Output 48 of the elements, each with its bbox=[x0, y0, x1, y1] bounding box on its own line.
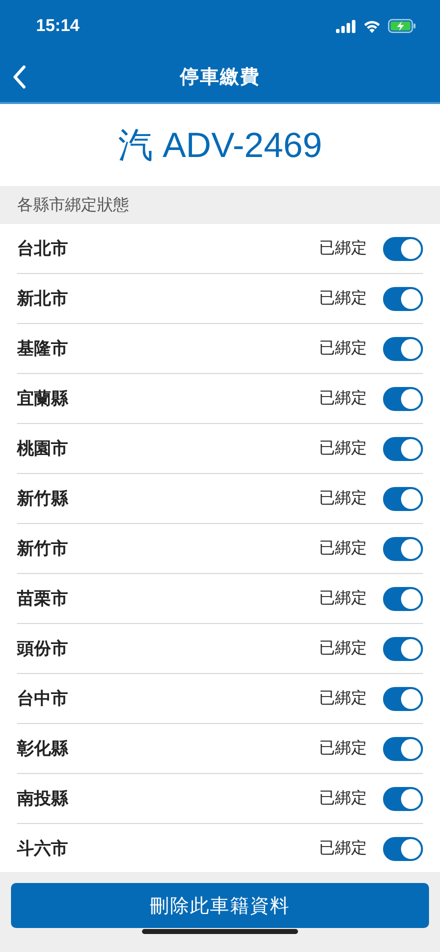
binding-status: 已綁定 bbox=[319, 488, 367, 509]
city-name: 斗六市 bbox=[17, 838, 69, 860]
binding-status: 已綁定 bbox=[319, 388, 367, 409]
binding-status: 已綁定 bbox=[319, 738, 367, 759]
city-name: 新北市 bbox=[17, 288, 69, 310]
status-time: 15:14 bbox=[36, 16, 80, 36]
binding-toggle[interactable] bbox=[383, 486, 423, 510]
city-name: 桃園市 bbox=[17, 438, 69, 460]
license-plate: 汽 ADV-2469 bbox=[118, 124, 322, 166]
binding-status: 已綁定 bbox=[319, 638, 367, 659]
signal-icon bbox=[336, 20, 356, 32]
binding-toggle[interactable] bbox=[383, 336, 423, 360]
city-name: 新竹市 bbox=[17, 538, 69, 560]
battery-icon bbox=[388, 19, 416, 33]
binding-status: 已綁定 bbox=[319, 288, 367, 309]
binding-status: 已綁定 bbox=[319, 238, 367, 259]
city-name: 新竹縣 bbox=[17, 488, 70, 510]
binding-toggle[interactable] bbox=[383, 836, 423, 860]
binding-toggle[interactable] bbox=[383, 686, 423, 710]
page-title: 停車繳費 bbox=[180, 65, 260, 90]
binding-status: 已綁定 bbox=[319, 788, 367, 809]
city-name: 台北市 bbox=[17, 238, 69, 260]
binding-toggle[interactable] bbox=[383, 286, 423, 310]
city-name: 台中市 bbox=[17, 688, 69, 710]
binding-toggle[interactable] bbox=[383, 586, 423, 610]
binding-toggle[interactable] bbox=[383, 436, 423, 460]
wifi-icon bbox=[363, 20, 381, 32]
binding-status: 已綁定 bbox=[319, 838, 367, 859]
binding-toggle[interactable] bbox=[383, 386, 423, 410]
binding-status: 已綁定 bbox=[319, 688, 367, 709]
city-name: 宜蘭縣 bbox=[17, 388, 70, 410]
binding-toggle[interactable] bbox=[383, 536, 423, 560]
city-name: 基隆市 bbox=[17, 338, 69, 360]
binding-status: 已綁定 bbox=[319, 438, 367, 459]
binding-toggle[interactable] bbox=[383, 236, 423, 260]
binding-toggle[interactable] bbox=[383, 636, 423, 660]
binding-status: 已綁定 bbox=[319, 588, 367, 609]
city-name: 彰化縣 bbox=[17, 738, 70, 760]
binding-toggle[interactable] bbox=[383, 786, 423, 810]
city-name: 南投縣 bbox=[17, 788, 70, 810]
binding-status: 已綁定 bbox=[319, 538, 367, 559]
binding-toggle[interactable] bbox=[383, 736, 423, 760]
section-header: 各縣市綁定狀態 bbox=[0, 186, 440, 224]
chevron-left-icon bbox=[12, 65, 26, 89]
delete-button[interactable]: 刪除此車籍資料 bbox=[11, 883, 429, 928]
city-name: 頭份市 bbox=[17, 638, 69, 660]
binding-status: 已綁定 bbox=[319, 338, 367, 359]
city-name: 苗栗市 bbox=[17, 588, 69, 610]
